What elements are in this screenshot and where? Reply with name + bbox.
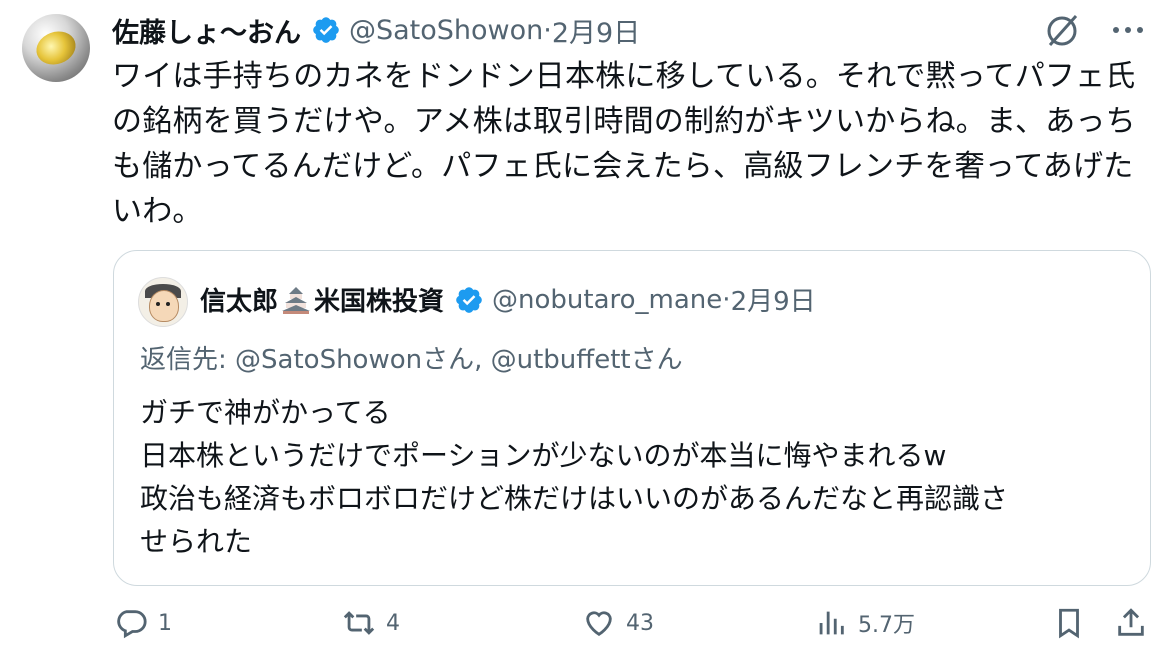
quote-author-avatar[interactable] <box>138 277 188 327</box>
quote-text-line: 日本株というだけでポーションが少ないのが本当に悔やまれるw <box>140 439 947 472</box>
quote-text: ガチで神がかってる 日本株というだけでポーションが少ないのが本当に悔やまれるw … <box>140 391 1130 563</box>
repost-icon <box>343 611 375 635</box>
verified-badge-icon[interactable] <box>311 15 341 45</box>
repost-count: 4 <box>386 610 400 636</box>
repost-button[interactable]: 4 <box>342 606 400 640</box>
bookmark-button[interactable] <box>1052 606 1096 640</box>
like-icon <box>586 611 612 637</box>
author-avatar[interactable] <box>22 14 90 82</box>
more-icon[interactable] <box>1108 10 1148 50</box>
avatar-eye-left <box>156 302 160 306</box>
avatar-face <box>149 290 179 322</box>
quoted-tweet[interactable]: 信太郎 米国株投資 @nobutaro_mane · 2月9日 返信先: @Sa… <box>113 250 1151 586</box>
quote-date[interactable]: 2月9日 <box>731 281 816 318</box>
grok-icon[interactable] <box>1042 10 1082 50</box>
avatar-coin-graphic <box>31 26 81 70</box>
quote-separator: · <box>722 284 731 315</box>
author-display-name[interactable]: 佐藤しょ〜おん <box>112 11 301 50</box>
header-actions <box>1042 10 1148 50</box>
quote-verified-badge-icon[interactable] <box>454 285 484 315</box>
reply-count: 1 <box>158 610 172 636</box>
quote-text-line: せられた <box>140 525 253 558</box>
avatar-eye-right <box>166 302 170 306</box>
views-icon <box>819 611 844 635</box>
tweet-header: 佐藤しょ〜おん @SatoShowon · 2月9日 <box>112 10 640 50</box>
quote-display-name-part1[interactable]: 信太郎 <box>200 281 278 318</box>
quote-handle[interactable]: @nobutaro_mane <box>492 285 722 315</box>
castle-icon <box>282 286 311 314</box>
quote-display-name-part2[interactable]: 米国株投資 <box>314 281 444 318</box>
quote-reply-to: 返信先: @SatoShowonさん, @utbuffettさん <box>140 345 683 375</box>
reply-button[interactable]: 1 <box>114 606 172 640</box>
view-count: 5.7万 <box>858 613 915 638</box>
views-button[interactable]: 5.7万 <box>814 606 915 640</box>
bookmark-icon <box>1059 608 1079 639</box>
like-count: 43 <box>626 610 654 636</box>
author-handle[interactable]: @SatoShowon <box>349 15 543 46</box>
reply-icon <box>117 610 147 639</box>
quote-text-line: 政治も経済もボロボロだけど株だけはいいのがあるんだなと再認識さ <box>140 482 1009 515</box>
tweet-text: ワイは手持ちのカネをドンドン日本株に移している。それで黙ってパフェ氏の銘柄を買う… <box>112 59 1136 229</box>
header-separator: · <box>543 14 552 46</box>
like-button[interactable]: 43 <box>582 606 654 640</box>
share-button[interactable] <box>1114 606 1158 640</box>
tweet-date[interactable]: 2月9日 <box>552 11 640 50</box>
quote-text-line: ガチで神がかってる <box>140 396 391 429</box>
share-icon <box>1118 608 1144 636</box>
action-bar: 1 4 43 5.7万 <box>0 600 1170 663</box>
quote-header: 信太郎 米国株投資 @nobutaro_mane · 2月9日 <box>200 281 816 318</box>
